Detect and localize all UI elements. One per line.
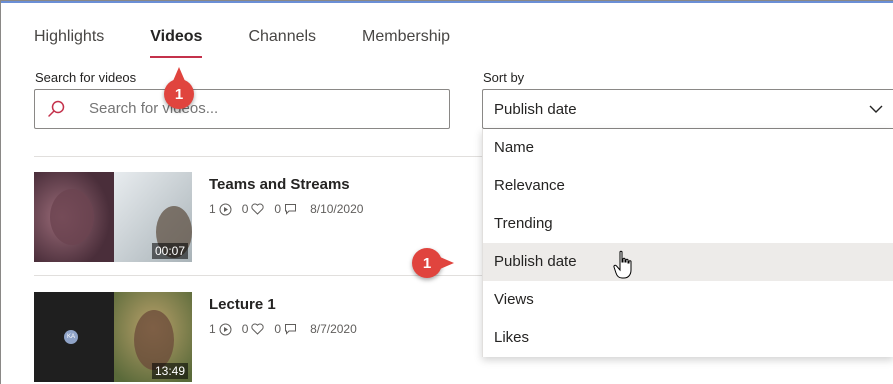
- play-circle-icon: [219, 323, 232, 335]
- video-thumbnail[interactable]: KA 13:49: [34, 292, 192, 382]
- views-count: 1: [209, 202, 232, 216]
- video-title[interactable]: Lecture 1: [209, 296, 276, 313]
- search-icon: [48, 100, 65, 117]
- search-label: Search for videos: [35, 70, 137, 85]
- sort-dropdown-list: Name Relevance Trending Publish date Vie…: [482, 129, 893, 357]
- chevron-down-icon: [869, 105, 883, 113]
- sort-option-publish-date[interactable]: Publish date: [483, 243, 893, 281]
- video-duration: 00:07: [151, 243, 188, 259]
- tab-highlights[interactable]: Highlights: [34, 25, 104, 61]
- tab-videos[interactable]: Videos: [150, 25, 203, 61]
- comments-count: 0: [274, 202, 297, 216]
- heart-icon: [251, 323, 264, 335]
- publish-date: 8/10/2020: [310, 202, 364, 216]
- sort-select[interactable]: Publish date: [482, 89, 893, 129]
- top-accent-line: [1, 1, 893, 3]
- sort-option-relevance[interactable]: Relevance: [483, 167, 893, 205]
- views-count: 1: [209, 322, 232, 336]
- likes-count: 0: [242, 322, 265, 336]
- search-input[interactable]: [89, 100, 429, 117]
- video-duration: 13:49: [151, 363, 188, 379]
- avatar: KA: [64, 330, 78, 344]
- play-circle-icon: [219, 203, 232, 215]
- sort-label: Sort by: [483, 70, 525, 85]
- step-callout-badge: 1: [412, 248, 454, 278]
- comment-icon: [285, 204, 297, 215]
- sort-option-likes[interactable]: Likes: [483, 319, 893, 357]
- sort-option-name[interactable]: Name: [483, 129, 893, 167]
- video-thumbnail[interactable]: 00:07: [34, 172, 192, 262]
- step-callout-badge: 1: [164, 67, 194, 109]
- video-meta: 1 0 0 8/7/2020: [209, 322, 357, 336]
- heart-icon: [251, 203, 264, 215]
- videos-page: Highlights Videos Channels Membership Se…: [0, 0, 893, 384]
- video-item[interactable]: 00:07 Teams and Streams 1 0 0 8/10/2020: [34, 172, 482, 262]
- callout-pointer: [173, 67, 185, 81]
- tab-membership[interactable]: Membership: [362, 25, 450, 61]
- callout-pointer: [440, 257, 454, 269]
- video-item[interactable]: KA 13:49 Lecture 1 1 0 0 8/7/2020: [34, 292, 482, 382]
- list-divider: [34, 156, 482, 157]
- search-box[interactable]: [34, 89, 450, 129]
- sort-selected-value: Publish date: [494, 101, 577, 118]
- tab-bar: Highlights Videos Channels Membership: [34, 25, 496, 61]
- hand-cursor-icon: [613, 250, 632, 279]
- video-meta: 1 0 0 8/10/2020: [209, 202, 363, 216]
- list-divider: [34, 275, 482, 276]
- tab-channels[interactable]: Channels: [248, 25, 316, 61]
- comments-count: 0: [274, 322, 297, 336]
- sort-option-trending[interactable]: Trending: [483, 205, 893, 243]
- video-title[interactable]: Teams and Streams: [209, 176, 350, 193]
- comment-icon: [285, 324, 297, 335]
- sort-option-views[interactable]: Views: [483, 281, 893, 319]
- likes-count: 0: [242, 202, 265, 216]
- publish-date: 8/7/2020: [310, 322, 357, 336]
